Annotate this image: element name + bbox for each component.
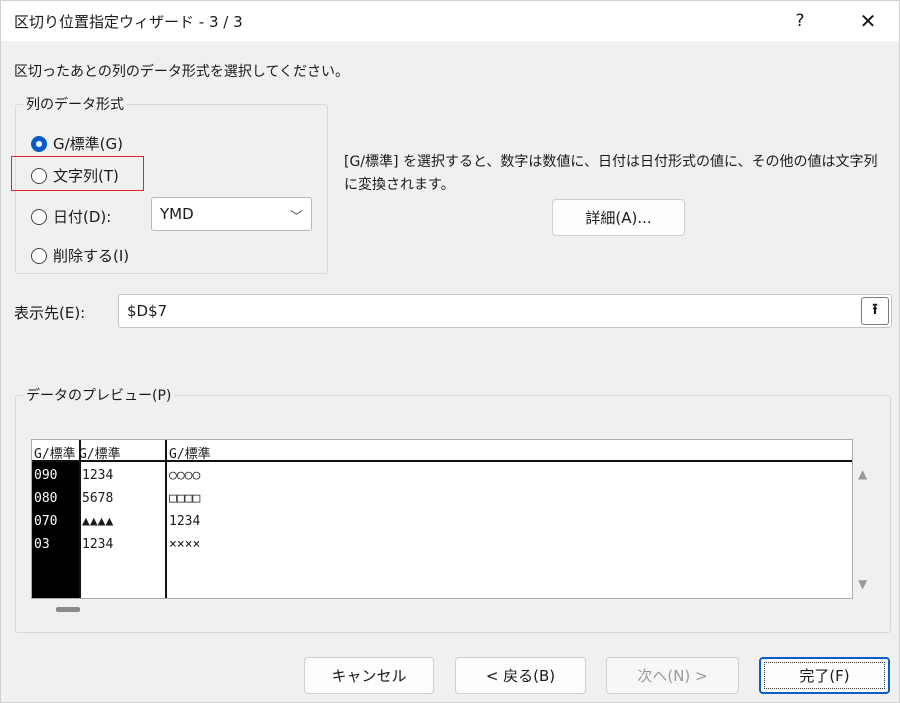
radio-general-label: G/標準(G) [53,135,124,153]
radio-skip-label: 削除する(I) [53,247,130,265]
title-bar: 区切り位置指定ウィザード - 3 / 3 ? ✕ [1,1,899,41]
table-cell: 1234 [82,468,114,483]
data-preview[interactable]: G/標準 G/標準 G/標準 090 1234 ○○○○ 080 5678 □□… [31,439,853,599]
destination-input[interactable]: $D$7 [118,294,892,328]
date-format-select[interactable]: YMD ﹀ [151,197,312,231]
table-cell: 5678 [82,491,114,506]
destination-label: 表示先(E): [14,304,86,322]
focus-outline [764,662,885,689]
table-cell: ×××× [169,537,201,552]
column-separator[interactable] [165,440,167,598]
close-button[interactable]: ✕ [845,1,891,41]
table-cell: □□□□ [169,491,201,506]
radio-date-label: 日付(D): [53,208,112,226]
table-cell: 090 [34,468,58,483]
radio-date[interactable]: 日付(D): [31,206,111,227]
table-cell: 1234 [82,537,114,552]
next-button[interactable]: 次へ(N) > [606,657,739,694]
back-button[interactable]: < 戻る(B) [455,657,586,694]
chevron-down-icon: ﹀ [289,210,303,225]
wizard-window: 区切り位置指定ウィザード - 3 / 3 ? ✕ 区切ったあとの列のデータ形式を… [0,0,900,703]
format-description: [G/標準] を選択すると、数字は数値に、日付は日付形式の値に、その他の値は文字… [344,154,878,193]
help-button[interactable]: ? [777,1,823,41]
format-group-title: 列のデータ形式 [23,94,127,114]
advanced-button[interactable]: 詳細(A)... [552,199,685,236]
finish-button[interactable]: 完了(F) [759,657,890,694]
table-cell: 080 [34,491,58,506]
table-cell: ▲▲▲▲ [82,514,114,529]
table-cell: 1234 [169,514,201,529]
radio-date-indicator[interactable] [31,208,47,225]
table-cell: 070 [34,514,58,529]
collapse-dialog-icon[interactable]: ⭱ [861,297,889,325]
date-format-value: YMD [160,205,194,223]
radio-general[interactable]: G/標準(G) [31,133,123,154]
radio-skip[interactable]: 削除する(I) [31,245,129,266]
radio-skip-indicator[interactable] [31,247,47,264]
column-separator[interactable] [79,440,81,598]
preview-header-1[interactable]: G/標準 [34,443,79,462]
instruction-text: 区切ったあとの列のデータ形式を選択してください。 [14,64,350,80]
cancel-button[interactable]: キャンセル [304,657,434,694]
preview-header-3[interactable]: G/標準 [169,443,211,462]
text-option-highlight [11,156,144,191]
destination-value: $D$7 [127,302,168,320]
preview-header-2[interactable]: G/標準 [79,443,121,462]
radio-general-indicator[interactable] [31,135,47,152]
preview-group-title: データのプレビュー(P) [23,385,175,405]
horizontal-scrollbar[interactable] [56,607,80,612]
window-title: 区切り位置指定ウィザード - 3 / 3 [14,13,243,31]
scroll-up-icon[interactable]: ▲ [858,467,867,481]
table-cell: 03 [34,537,50,552]
table-cell: ○○○○ [169,468,201,483]
preview-header-row [32,440,852,462]
scroll-down-icon[interactable]: ▼ [858,577,867,591]
